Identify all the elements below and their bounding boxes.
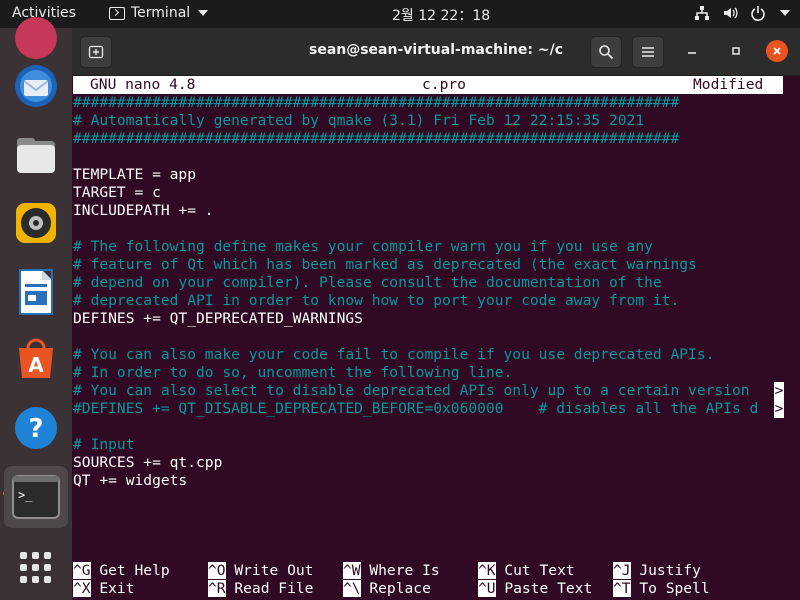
- shortcut-key: ^R: [208, 580, 226, 597]
- editor-line: # You can also make your code fail to co…: [73, 346, 715, 363]
- editor-line: # Automatically generated by qmake (3.1)…: [73, 112, 645, 129]
- shortcut-item[interactable]: ^O Write Out: [208, 562, 313, 580]
- nano-status: Modified: [693, 76, 764, 93]
- editor-line: SOURCES += qt.cpp: [73, 454, 223, 471]
- help-icon[interactable]: ?: [8, 400, 64, 456]
- shortcut-label: To Spell: [630, 580, 710, 597]
- shortcut-label: Get Help: [90, 562, 170, 579]
- shortcut-item[interactable]: ^W Where Is: [343, 562, 440, 580]
- editor-line: # feature of Qt which has been marked as…: [73, 256, 697, 273]
- shortcut-label: Cut Text: [495, 562, 575, 579]
- editor-line: # depend on your compiler). Please consu…: [73, 274, 662, 291]
- svg-text:>_: >_: [18, 488, 33, 502]
- shortcut-label: Justify: [630, 562, 701, 579]
- rhythmbox-icon[interactable]: [8, 195, 64, 251]
- shortcut-item[interactable]: ^J Justify: [613, 562, 701, 580]
- shortcut-label: Where Is: [360, 562, 440, 579]
- maximize-button[interactable]: [725, 40, 747, 62]
- editor-line: # The following define makes your compil…: [73, 238, 653, 255]
- editor-line: QT += widgets: [73, 472, 188, 489]
- editor-line: # In order to do so, uncomment the follo…: [73, 364, 513, 381]
- libreoffice-writer-icon[interactable]: [8, 264, 64, 320]
- svg-text:?: ?: [28, 414, 43, 444]
- ubuntu-software-icon[interactable]: A: [8, 331, 64, 387]
- shortcut-key: ^W: [343, 562, 361, 579]
- shortcut-label: Paste Text: [495, 580, 593, 597]
- shortcut-key: ^\: [343, 580, 361, 597]
- editor-line: DEFINES += QT_DEPRECATED_WARNINGS: [73, 310, 363, 327]
- hamburger-menu-icon: [642, 47, 654, 57]
- chevron-down-icon: [198, 10, 209, 16]
- terminal-icon[interactable]: >_: [4, 466, 68, 528]
- nano-version: GNU nano 4.8: [90, 76, 196, 93]
- shortcut-key: ^X: [73, 580, 91, 597]
- search-icon: [599, 45, 614, 60]
- shortcut-key: ^O: [208, 562, 226, 579]
- search-button[interactable]: [590, 36, 622, 68]
- line-overflow-marker: >: [774, 382, 784, 400]
- shortcut-item[interactable]: ^\ Replace: [343, 580, 431, 598]
- close-icon: [773, 47, 781, 55]
- files-icon[interactable]: [8, 127, 64, 183]
- editor-line: ########################################…: [73, 94, 680, 111]
- editor-line: ########################################…: [73, 130, 680, 147]
- shortcut-item[interactable]: ^X Exit: [73, 580, 135, 598]
- shortcut-label: Exit: [90, 580, 135, 597]
- editor-line: TEMPLATE = app: [73, 166, 197, 183]
- network-icon: [695, 6, 709, 20]
- app-menu[interactable]: Terminal: [109, 5, 209, 21]
- top-bar: Activities Terminal 2월 12 22：18: [0, 0, 800, 28]
- dock: A ? >_: [0, 17, 72, 600]
- nano-title-bar: GNU nano 4.8 c.pro Modified: [73, 76, 783, 94]
- menu-button[interactable]: [632, 36, 664, 68]
- shortcut-label: Write Out: [225, 562, 314, 579]
- editor-line: #DEFINES += QT_DISABLE_DEPRECATED_BEFORE…: [73, 400, 759, 417]
- maximize-icon: [732, 47, 740, 55]
- shortcut-item[interactable]: ^K Cut Text: [478, 562, 575, 580]
- volume-icon: [724, 7, 738, 19]
- thunderbird-icon[interactable]: [8, 58, 64, 114]
- nano-filename: c.pro: [422, 76, 466, 93]
- shortcut-item[interactable]: ^U Paste Text: [478, 580, 592, 598]
- clock[interactable]: 2월 12 22：18: [392, 5, 490, 25]
- shortcut-item[interactable]: ^G Get Help: [73, 562, 170, 580]
- line-overflow-marker: >: [774, 400, 784, 418]
- shortcut-item[interactable]: ^T To Spell: [613, 580, 710, 598]
- terminal-small-icon: [109, 6, 125, 20]
- editor-line: TARGET = c: [73, 184, 161, 201]
- terminal-window: sean@sean-virtual-machine: ~/c GNU nano …: [72, 28, 800, 600]
- shortcut-key: ^K: [478, 562, 496, 579]
- editor-line: # deprecated API in order to know how to…: [73, 292, 680, 309]
- system-menu-caret-icon: [780, 10, 790, 16]
- editor-line: # Input: [73, 436, 135, 453]
- show-applications-icon[interactable]: [8, 540, 64, 596]
- svg-text:A: A: [28, 353, 44, 377]
- system-menu[interactable]: [694, 5, 790, 21]
- app-menu-label: Terminal: [131, 5, 191, 21]
- window-titlebar[interactable]: sean@sean-virtual-machine: ~/c: [72, 28, 800, 76]
- shortcut-key: ^T: [613, 580, 631, 597]
- shortcut-key: ^G: [73, 562, 91, 579]
- shortcut-key: ^U: [478, 580, 496, 597]
- editor-line: # You can also select to disable depreca…: [73, 382, 759, 399]
- terminal-content[interactable]: GNU nano 4.8 c.pro Modified ############…: [72, 76, 800, 600]
- shortcut-label: Read File: [225, 580, 314, 597]
- shortcut-item[interactable]: ^R Read File: [208, 580, 313, 598]
- minimize-button[interactable]: [681, 40, 703, 62]
- shortcut-label: Replace: [360, 580, 431, 597]
- power-icon: [751, 6, 765, 21]
- close-button[interactable]: [766, 40, 788, 62]
- shortcut-key: ^J: [613, 562, 631, 579]
- minimize-icon: [688, 52, 696, 54]
- editor-line: INCLUDEPATH += .: [73, 202, 214, 219]
